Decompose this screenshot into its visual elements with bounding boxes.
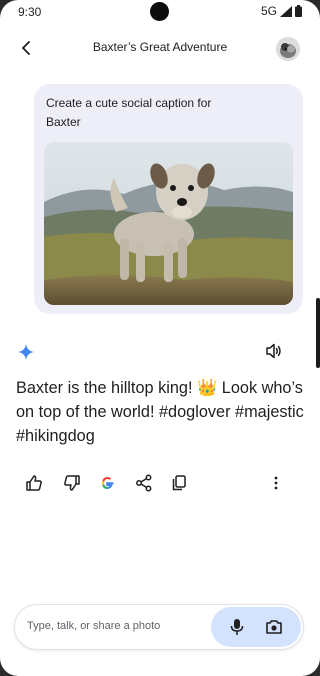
copy-button[interactable] (167, 471, 191, 495)
prompt-input-bar (14, 604, 304, 650)
front-camera (150, 2, 169, 21)
more-options-button[interactable] (264, 471, 288, 495)
status-icons: 5G (261, 4, 302, 18)
input-tools (211, 607, 301, 647)
back-arrow-icon (22, 41, 30, 55)
thumbs-down-button[interactable] (60, 471, 84, 495)
share-icon (136, 474, 152, 492)
mic-button[interactable] (227, 617, 247, 637)
prompt-text: Create a cute social caption for Baxter (46, 96, 212, 129)
chat-title: Baxter’s Great Adventure (92, 40, 228, 54)
user-prompt-bubble: Create a cute social caption for Baxter (34, 84, 303, 314)
battery-icon (295, 5, 302, 17)
avatar-dog-icon (276, 37, 300, 61)
dog-photo[interactable] (44, 142, 293, 305)
copy-icon (172, 475, 186, 491)
camera-icon (266, 620, 282, 634)
more-vert-icon (274, 476, 278, 490)
share-button[interactable] (132, 471, 156, 495)
response-actions (16, 471, 296, 495)
prompt-input[interactable] (27, 620, 197, 632)
response-text: Baxter is the hilltop king! 👑 Look who’s… (16, 379, 304, 445)
back-button[interactable] (12, 34, 40, 62)
phone-screen: 9:30 5G Baxter’s Great Adventure Create … (0, 0, 320, 676)
signal-icon (280, 5, 292, 17)
gemini-sparkle-icon (17, 343, 35, 366)
status-time: 9:30 (18, 5, 42, 19)
network-label: 5G (260, 4, 277, 18)
app-header: Baxter’s Great Adventure (0, 30, 320, 66)
google-icon (102, 476, 114, 490)
thumbs-up-icon (26, 475, 42, 491)
mic-icon (230, 619, 244, 635)
thumbs-up-button[interactable] (22, 471, 46, 495)
camera-button[interactable] (263, 617, 285, 637)
speaker-icon (266, 343, 281, 359)
user-avatar[interactable] (276, 37, 300, 61)
google-search-button[interactable] (95, 471, 119, 495)
side-button (316, 298, 320, 368)
thumbs-down-icon (64, 475, 80, 491)
read-aloud-button[interactable] (265, 343, 285, 361)
status-bar: 9:30 5G (0, 0, 320, 24)
